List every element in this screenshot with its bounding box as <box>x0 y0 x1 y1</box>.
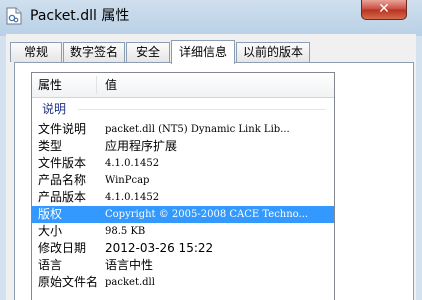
property-value: 语言中性 <box>105 258 154 272</box>
property-value: 4.1.0.1452 <box>105 158 160 169</box>
details-list[interactable]: 属性 值 说明 文件说明 packet.dll (NT5) Dynamic Li… <box>31 72 335 300</box>
group-header-description: 说明 <box>42 101 327 117</box>
property-name: 修改日期 <box>38 241 87 255</box>
property-row-file-version[interactable]: 文件版本 4.1.0.1452 <box>32 155 334 172</box>
column-divider[interactable] <box>96 76 97 94</box>
property-value: 4.1.0.1452 <box>105 192 160 203</box>
property-name: 类型 <box>38 139 63 153</box>
property-value: 98.5 KB <box>105 226 146 237</box>
property-name: 语言 <box>38 258 63 272</box>
property-row-date-modified[interactable]: 修改日期 2012-03-26 15:22 <box>32 240 334 257</box>
window-title: Packet.dll 属性 <box>30 8 130 24</box>
group-divider <box>78 109 326 110</box>
close-icon: ✕ <box>378 1 390 17</box>
property-row-product-version[interactable]: 产品版本 4.1.0.1452 <box>32 189 334 206</box>
property-value: 应用程序扩展 <box>105 139 178 153</box>
tab-label: 安全 <box>135 45 160 59</box>
tab-label: 常规 <box>23 45 48 59</box>
close-button[interactable]: ✕ <box>361 0 407 20</box>
group-label: 说明 <box>42 102 67 116</box>
property-value: WinPcap <box>105 175 150 186</box>
tab-general[interactable]: 常规 <box>10 42 62 62</box>
property-name: 大小 <box>38 224 63 238</box>
property-value: packet.dll <box>105 277 155 288</box>
tab-security[interactable]: 安全 <box>126 42 170 62</box>
property-name: 原始文件名 <box>38 275 99 289</box>
property-row-size[interactable]: 大小 98.5 KB <box>32 223 334 240</box>
properties-window: Packet.dll 属性 ✕ 常规 数字签名 安全 详细信息 以前的版本 属性… <box>0 0 422 300</box>
property-row-product-name[interactable]: 产品名称 WinPcap <box>32 172 334 189</box>
property-row-copyright[interactable]: 版权 Copyright © 2005-2008 CACE Techno... <box>32 206 334 223</box>
property-value: packet.dll (NT5) Dynamic Link Lib... <box>105 124 290 135</box>
dll-file-icon <box>6 7 22 25</box>
tab-digital-signatures[interactable]: 数字签名 <box>63 42 125 62</box>
property-rows: 文件说明 packet.dll (NT5) Dynamic Link Lib..… <box>32 121 334 291</box>
tab-previous-versions[interactable]: 以前的版本 <box>236 42 310 62</box>
tab-details[interactable]: 详细信息 <box>171 40 235 64</box>
tab-label: 详细信息 <box>178 45 227 59</box>
property-name: 文件说明 <box>38 122 87 136</box>
property-name: 产品名称 <box>38 173 87 187</box>
property-row-original-filename[interactable]: 原始文件名 packet.dll <box>32 274 334 291</box>
property-value: Copyright © 2005-2008 CACE Techno... <box>105 209 309 220</box>
column-header-value[interactable]: 值 <box>105 73 117 97</box>
title-bar[interactable]: Packet.dll 属性 ✕ <box>0 0 422 34</box>
tab-label: 以前的版本 <box>242 45 303 59</box>
list-header: 属性 值 <box>32 73 334 98</box>
column-header-property[interactable]: 属性 <box>38 73 62 97</box>
property-name: 文件版本 <box>38 156 87 170</box>
property-row-language[interactable]: 语言 语言中性 <box>32 257 334 274</box>
property-value: 2012-03-26 15:22 <box>105 241 214 255</box>
property-name: 版权 <box>38 207 63 221</box>
property-row-file-description[interactable]: 文件说明 packet.dll (NT5) Dynamic Link Lib..… <box>32 121 334 138</box>
tab-label: 数字签名 <box>69 45 118 59</box>
property-row-type[interactable]: 类型 应用程序扩展 <box>32 138 334 155</box>
property-name: 产品版本 <box>38 190 87 204</box>
